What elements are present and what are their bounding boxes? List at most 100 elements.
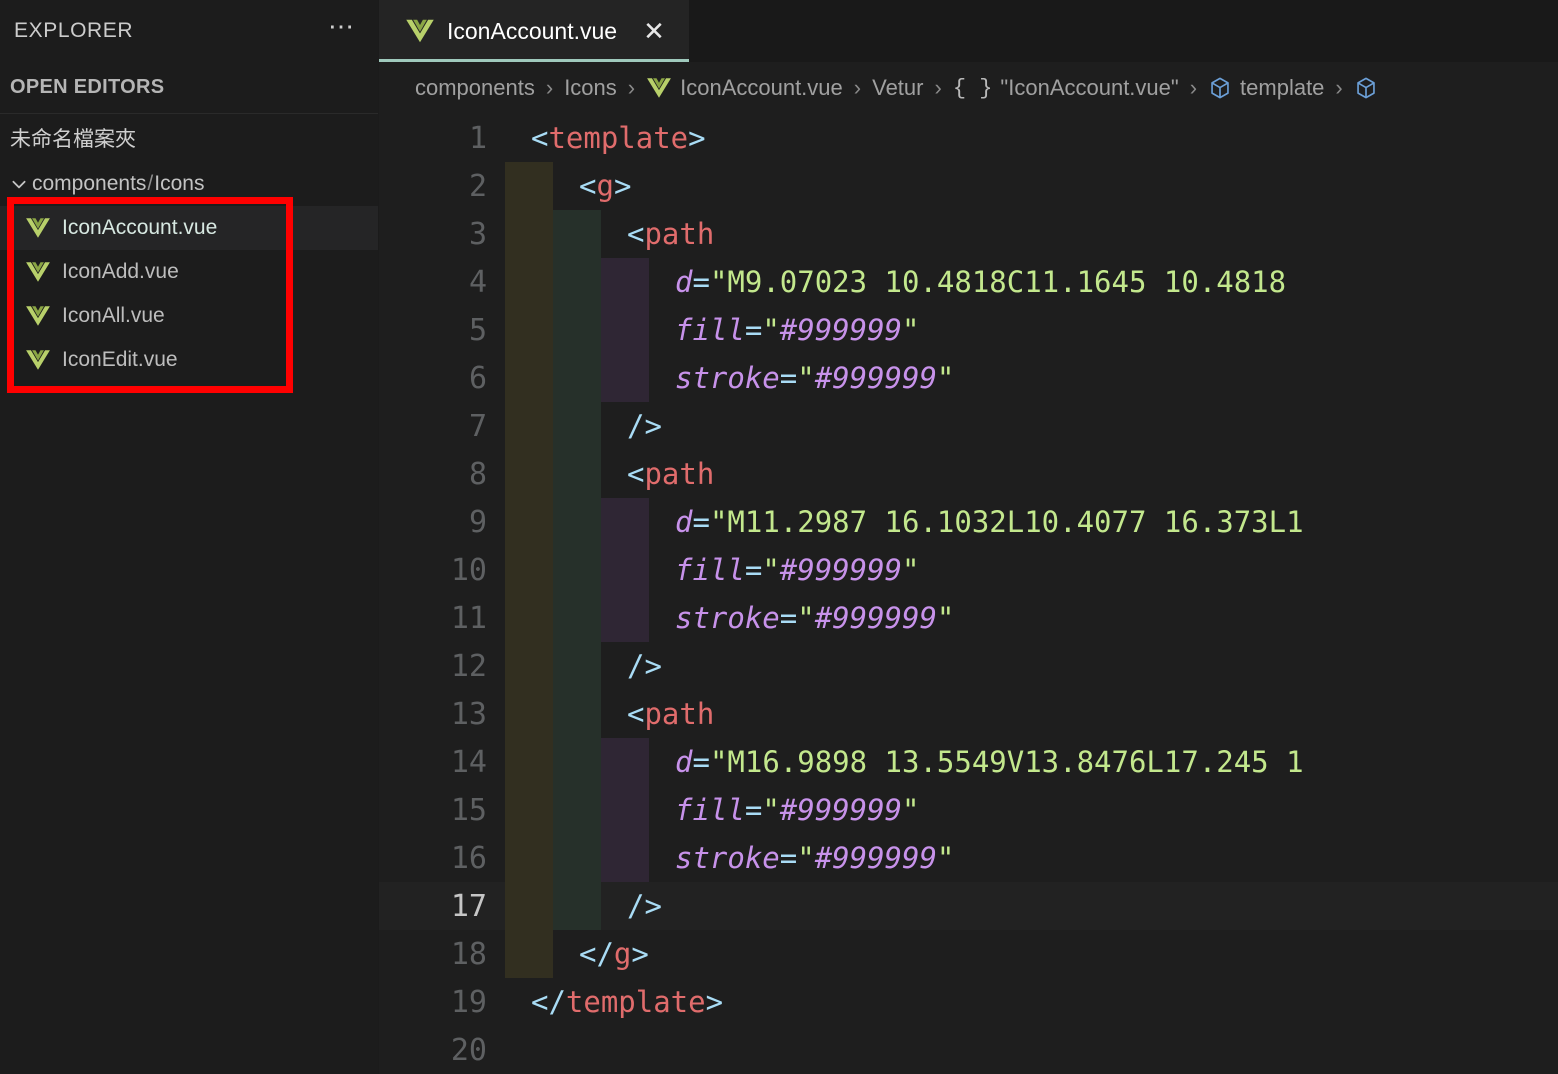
code-line-content: fill="#999999" (505, 313, 1558, 347)
code-line[interactable]: 3 <path (379, 210, 1558, 258)
code-token: " (902, 553, 920, 587)
code-line-content: <g> (505, 169, 1558, 203)
line-number: 18 (450, 936, 487, 972)
tab-icon-account-vue[interactable]: IconAccount.vue ✕ (379, 0, 690, 62)
vue-icon (24, 304, 52, 328)
workspace-root-item[interactable]: 未命名檔案夾 (0, 114, 378, 162)
folder-group-name: components (32, 172, 147, 195)
code-token: " (936, 841, 955, 875)
line-number: 9 (468, 504, 487, 540)
code-line[interactable]: 5 fill="#999999" (379, 306, 1558, 354)
file-item-icon-add[interactable]: IconAdd.vue (0, 250, 378, 294)
braces-icon: { } (952, 75, 993, 101)
code-token: template (548, 121, 689, 155)
code-line-content: <template> (505, 121, 1558, 155)
code-line[interactable]: 1 <template> (379, 114, 1558, 162)
code-token: #999999 (814, 841, 937, 875)
explorer-sidebar: EXPLORER ⋯ OPEN EDITORS 未命名檔案夾 component… (0, 0, 379, 1074)
line-number: 15 (450, 792, 487, 828)
code-line[interactable]: 6 stroke="#999999" (379, 354, 1558, 402)
code-line[interactable]: 19 </template> (379, 978, 1558, 1026)
breadcrumb-label: Vetur (872, 75, 924, 100)
cube-icon (1354, 76, 1378, 100)
code-token: #999999 (814, 601, 937, 635)
line-number: 16 (450, 840, 487, 876)
code-line[interactable]: 8 <path (379, 450, 1558, 498)
folder-group-label: components/Icons (32, 172, 204, 196)
breadcrumb-label: Icons (564, 75, 617, 100)
breadcrumb-item-template[interactable]: template (1208, 75, 1324, 101)
folder-group-components-icons[interactable]: components/Icons (0, 162, 378, 206)
ellipsis-icon[interactable]: ⋯ (328, 13, 356, 41)
code-line[interactable]: 12 /> (379, 642, 1558, 690)
line-number: 14 (450, 744, 487, 780)
code-line-content: </template> (505, 985, 1558, 1019)
code-token: path (644, 217, 715, 251)
code-line[interactable]: 10 fill="#999999" (379, 546, 1558, 594)
code-token: fill (675, 553, 745, 587)
breadcrumb-item-vetur[interactable]: Vetur (872, 75, 923, 101)
code-line-content: d="M16.9898 13.5549V13.8476L17.245 1 (505, 745, 1558, 779)
vscode-workbench: EXPLORER ⋯ OPEN EDITORS 未命名檔案夾 component… (0, 0, 1558, 1074)
code-line[interactable]: 9 d="M11.2987 16.1032L10.4077 16.373L1 (379, 498, 1558, 546)
breadcrumb-item-overflow[interactable] (1354, 76, 1386, 100)
open-editors-section-header[interactable]: OPEN EDITORS (0, 62, 378, 114)
file-item-icon-all[interactable]: IconAll.vue (0, 294, 378, 338)
code-token: template (565, 985, 706, 1019)
code-line[interactable]: 11 stroke="#999999" (379, 594, 1558, 642)
code-token: > (705, 985, 724, 1019)
code-token: " (762, 313, 780, 347)
code-token: " (902, 793, 920, 827)
code-line[interactable]: 7 /> (379, 402, 1558, 450)
code-token: " (936, 601, 955, 635)
close-icon[interactable]: ✕ (641, 18, 667, 44)
code-line[interactable]: 17 /> (379, 882, 1558, 930)
editor-tab-bar: IconAccount.vue ✕ (379, 0, 1558, 62)
open-editors-label: OPEN EDITORS (10, 76, 165, 98)
code-line-content: fill="#999999" (505, 793, 1558, 827)
code-token: path (644, 457, 715, 491)
code-token: = (744, 313, 763, 347)
code-token: = (692, 505, 710, 539)
code-line[interactable]: 2 <g> (379, 162, 1558, 210)
code-token: = (692, 745, 710, 779)
code-token: < (531, 121, 549, 155)
code-line-content: <path (505, 457, 1558, 491)
code-token: /> (627, 649, 662, 683)
page-title: EXPLORER (14, 19, 134, 42)
breadcrumb-item-file[interactable]: IconAccount.vue (646, 75, 843, 101)
breadcrumb-label: IconAccount.vue (680, 75, 843, 100)
line-number: 19 (450, 984, 487, 1020)
breadcrumb-separator: › (853, 75, 862, 100)
vue-icon (24, 348, 52, 372)
code-token: "M16.9898 13.5549V13.8476L17.245 1 (709, 745, 1304, 779)
breadcrumb-item-icons[interactable]: Icons (564, 75, 617, 101)
code-token: " (762, 793, 780, 827)
code-token: " (936, 361, 955, 395)
code-line[interactable]: 13 <path (379, 690, 1558, 738)
code-token: = (744, 553, 763, 587)
code-line-content: stroke="#999999" (505, 361, 1558, 395)
line-number: 1 (468, 120, 487, 156)
code-token: " (762, 553, 780, 587)
line-number: 6 (468, 360, 487, 396)
code-token: fill (675, 313, 745, 347)
breadcrumb-separator: › (627, 75, 636, 100)
code-token: "M9.07023 10.4818C11.1645 10.4818 (709, 265, 1287, 299)
code-line[interactable]: 20 (379, 1026, 1558, 1074)
code-token: < (627, 457, 645, 491)
breadcrumb-item-module[interactable]: { } "IconAccount.vue" (953, 75, 1179, 101)
code-editor[interactable]: 1 <template> 2 <g> 3 <path 4 d="M9.07023 10.481… (379, 114, 1558, 1074)
code-line[interactable]: 18 </g> (379, 930, 1558, 978)
breadcrumb-item-components[interactable]: components (415, 75, 535, 101)
code-line[interactable]: 14 d="M16.9898 13.5549V13.8476L17.245 1 (379, 738, 1558, 786)
file-item-icon-account[interactable]: IconAccount.vue (0, 206, 378, 250)
code-line[interactable]: 16 stroke="#999999" (379, 834, 1558, 882)
file-item-icon-edit[interactable]: IconEdit.vue (0, 338, 378, 382)
code-line[interactable]: 15 fill="#999999" (379, 786, 1558, 834)
code-line-content: fill="#999999" (505, 553, 1558, 587)
code-token: = (744, 793, 763, 827)
code-token: < (627, 217, 645, 251)
code-token: d (675, 505, 693, 539)
code-line[interactable]: 4 d="M9.07023 10.4818C11.1645 10.4818 (379, 258, 1558, 306)
